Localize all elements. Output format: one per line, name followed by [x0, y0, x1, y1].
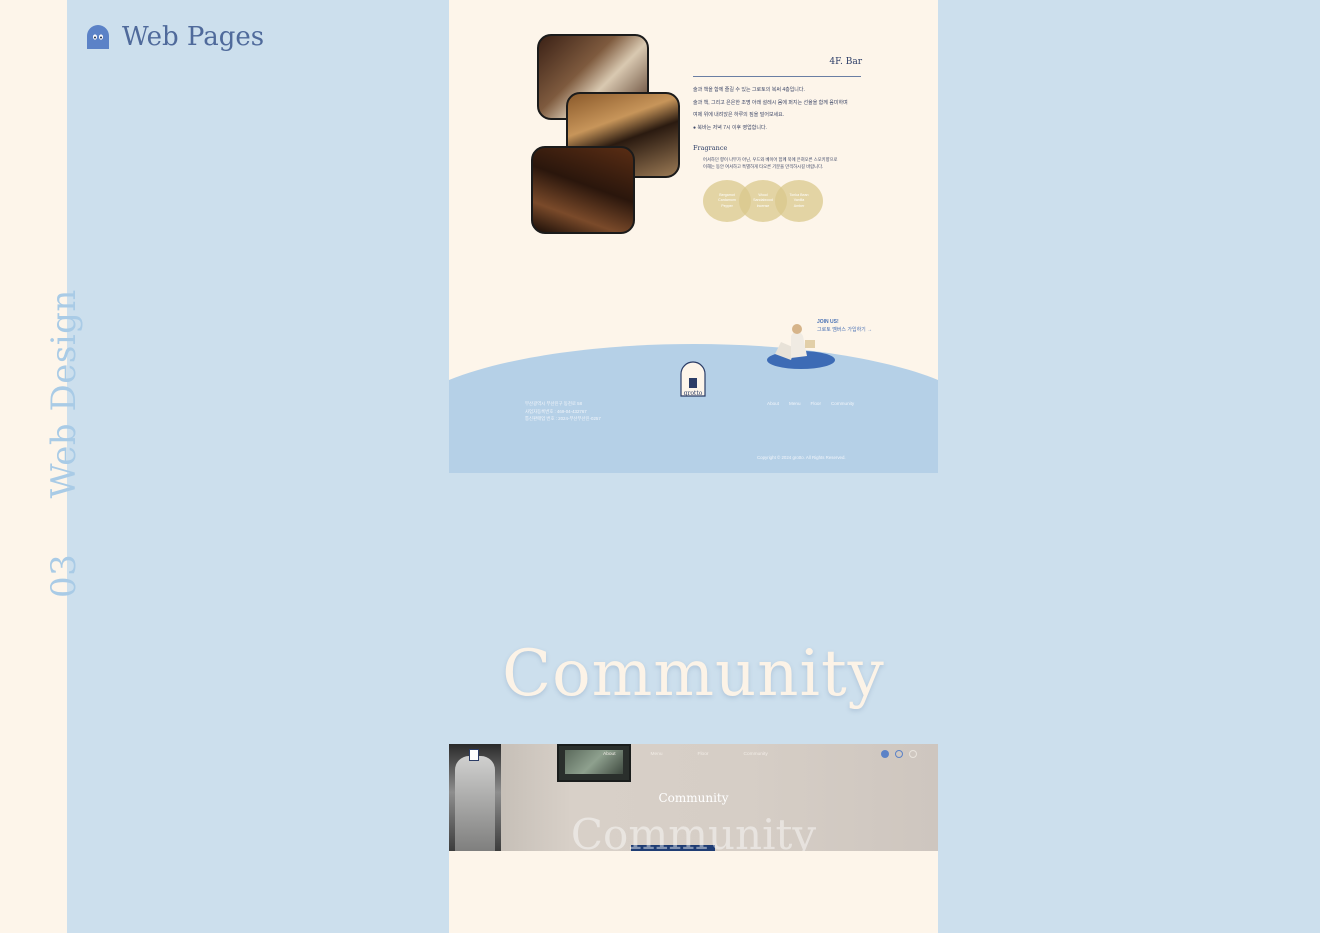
hero-nav-community[interactable]: Community [743, 752, 767, 757]
fragrance-notes: Bergamot Cardamom Pepper Wood Sandalwood Inc… [703, 180, 833, 224]
cart-icon[interactable] [909, 750, 917, 758]
community-hero: About Menu Floor Community Community Com… [449, 744, 938, 851]
join-us-block[interactable]: JOIN US! 그로토 멤버스 가입하기 → [817, 318, 872, 334]
divider [693, 76, 861, 77]
community-section-heading: Community [502, 637, 885, 711]
footer-nav-community[interactable]: Community [831, 401, 854, 406]
footer-nav-floor[interactable]: Floor [811, 401, 821, 406]
footer-nav-menu[interactable]: Menu [789, 401, 801, 406]
hero-nav-menu[interactable]: Menu [651, 752, 663, 757]
footer-copyright: Copyright © 2024 grotto. All Rights Rese… [757, 455, 846, 460]
footer-address: 부산광역시 부산진구 동천로 58 사업자등록번호 : 469-04-43276… [525, 401, 601, 421]
section-side-label: 03 Web Design [44, 289, 84, 598]
hero-nav-floor[interactable]: Floor [698, 752, 709, 757]
wall-painting [557, 744, 631, 782]
hero-nav-about[interactable]: About [603, 752, 616, 757]
fragrance-note-base: Tonka Bean Vanilla Amber [775, 180, 823, 222]
footer-nav: About Menu Floor Community [767, 401, 854, 406]
ghost-logo-icon [87, 25, 109, 49]
hero-icons [881, 750, 917, 758]
photo-bar-interior [531, 146, 635, 234]
fragrance-description: 어셔하던 향이 나무가 아닌, 우드와 베이어 함께 북에 은혀오른 스모키향으… [703, 157, 838, 169]
hero-logo-icon[interactable] [469, 749, 479, 761]
section-number: 03 [44, 553, 84, 598]
fragrance-title: Fragrance [693, 144, 728, 152]
instagram-icon[interactable] [895, 750, 903, 758]
floor-title: 4F. Bar [829, 57, 862, 67]
brand-title: Web Pages [122, 22, 265, 52]
user-icon[interactable] [881, 750, 889, 758]
floor-page-mockup: 4F. Bar 술과 책을 함께 즐길 수 있는 그로토의 복써 4층입니다. … [449, 0, 938, 473]
svg-text:grotto: grotto [684, 390, 703, 397]
footer-nav-about[interactable]: About [767, 401, 779, 406]
brand-header: Web Pages [84, 22, 264, 52]
section-label: Web Design [44, 289, 84, 499]
community-page-mockup: About Menu Floor Community Community Com… [449, 744, 938, 933]
grotto-logo[interactable]: grotto [675, 356, 711, 398]
hero-subtitle: Community [658, 791, 729, 805]
hero-title: Community [570, 810, 817, 851]
hero-nav: About Menu Floor Community [603, 752, 768, 757]
floor-description: 술과 책을 함께 즐길 수 있는 그로토의 복써 4층입니다. 술과 책, 그리… [693, 87, 848, 131]
join-link[interactable]: 그로토 멤버스 가입하기 → [817, 326, 872, 334]
